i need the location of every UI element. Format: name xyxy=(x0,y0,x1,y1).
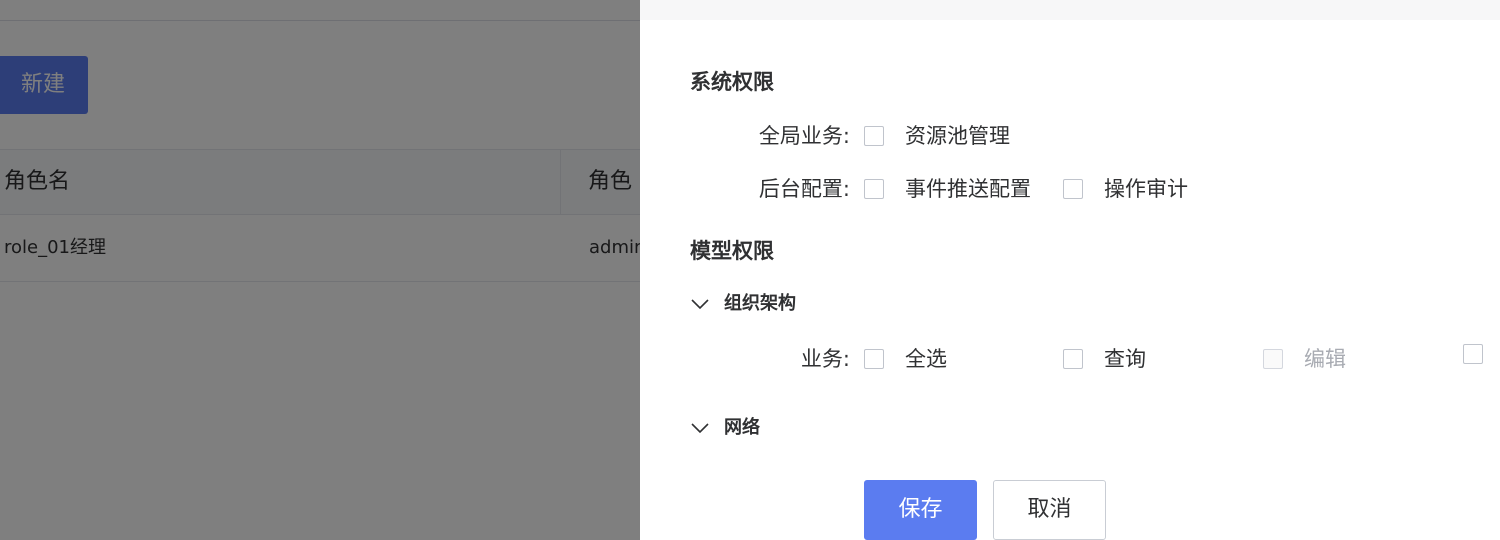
checkbox-box[interactable] xyxy=(864,179,884,199)
chevron-down-icon[interactable] xyxy=(690,298,710,310)
checkbox-edit: 编辑 xyxy=(1263,344,1346,374)
checkbox-box[interactable] xyxy=(1063,179,1083,199)
model-permissions-title: 模型权限 xyxy=(690,239,774,263)
checkbox-label: 全选 xyxy=(905,347,947,371)
group-network[interactable]: 网络 xyxy=(690,413,760,443)
permission-drawer: 系统权限 全局业务: 资源池管理 后台配置: 事件推送配置 操作审计 模型权限 … xyxy=(640,0,1500,540)
checkbox-label: 事件推送配置 xyxy=(905,177,1031,201)
page: 新建 角色名 角色 role_01经理 admin 系统权限 全局业务: 资源池… xyxy=(0,0,1500,540)
cancel-button[interactable]: 取消 xyxy=(993,480,1106,540)
checkbox-box[interactable] xyxy=(864,349,884,369)
chevron-down-icon[interactable] xyxy=(690,422,710,434)
business-label: 业务: xyxy=(800,347,850,371)
group-name: 网络 xyxy=(724,417,760,438)
checkbox-event-push-config[interactable]: 事件推送配置 xyxy=(864,174,1031,204)
checkbox-label: 操作审计 xyxy=(1104,177,1188,201)
group-name: 组织架构 xyxy=(724,293,796,314)
system-permissions-title: 系统权限 xyxy=(690,70,774,94)
checkbox-box[interactable] xyxy=(1063,349,1083,369)
checkbox-box[interactable] xyxy=(1463,344,1483,364)
group-org-structure[interactable]: 组织架构 xyxy=(690,289,796,319)
backend-config-label: 后台配置: xyxy=(758,177,850,201)
checkbox-operation-audit[interactable]: 操作审计 xyxy=(1063,174,1188,204)
save-button[interactable]: 保存 xyxy=(864,480,977,540)
checkbox-select-all[interactable]: 全选 xyxy=(864,344,947,374)
checkbox-label: 查询 xyxy=(1104,347,1146,371)
checkbox-box[interactable] xyxy=(864,126,884,146)
checkbox-more[interactable] xyxy=(1463,344,1500,364)
checkbox-query[interactable]: 查询 xyxy=(1063,344,1146,374)
checkbox-resource-pool-management[interactable]: 资源池管理 xyxy=(864,121,1010,151)
checkbox-box xyxy=(1263,349,1283,369)
checkbox-label: 资源池管理 xyxy=(905,124,1010,148)
global-business-label: 全局业务: xyxy=(758,124,850,148)
drawer-header xyxy=(640,0,1500,20)
checkbox-label: 编辑 xyxy=(1304,347,1346,371)
